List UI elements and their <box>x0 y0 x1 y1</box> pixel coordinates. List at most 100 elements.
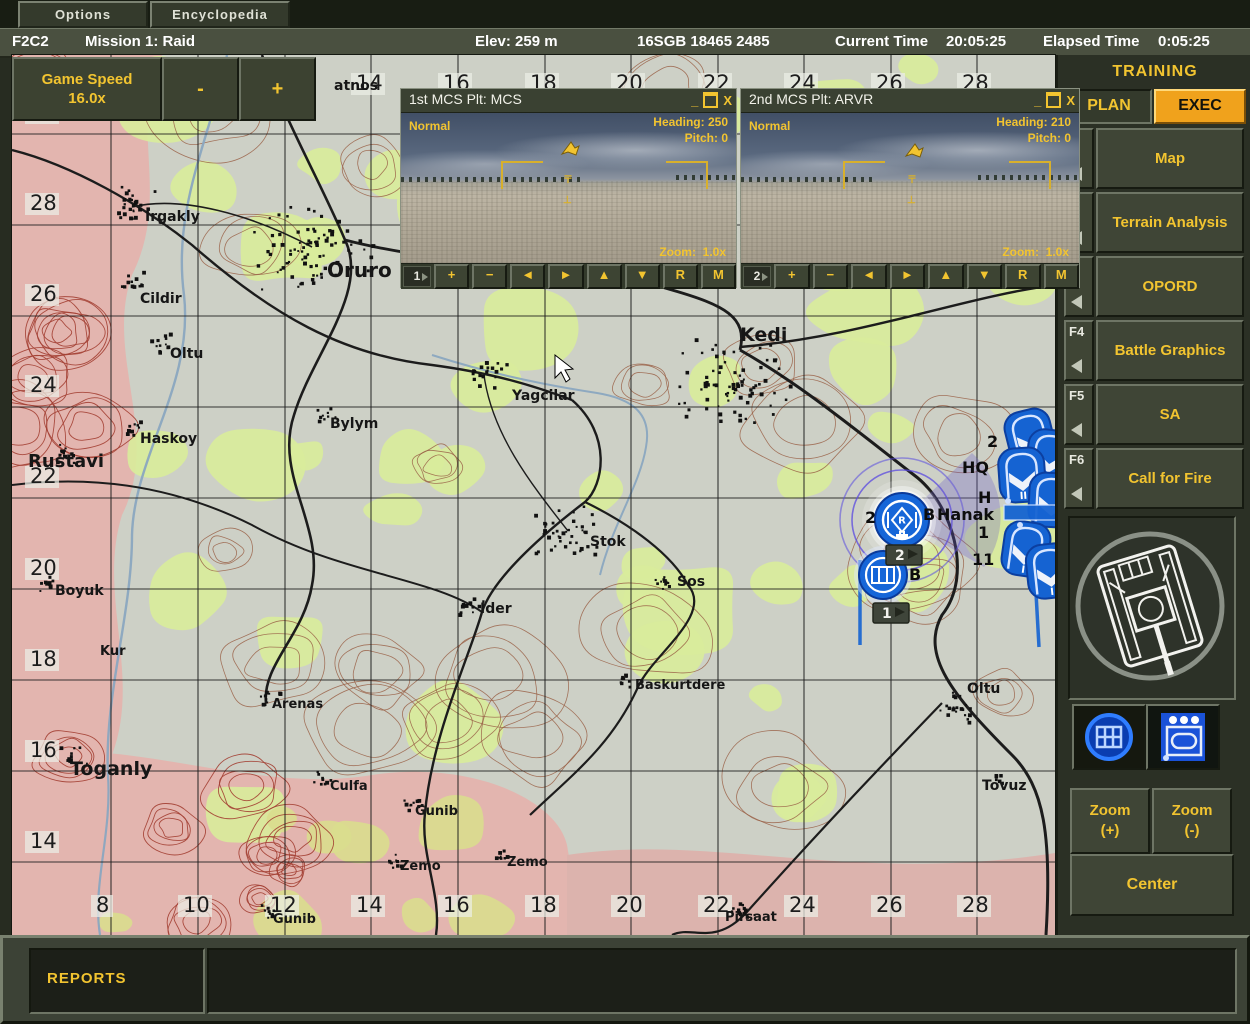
sidebar-button-opord[interactable]: 3 OPORD <box>1064 256 1244 317</box>
menu-tab-encyclopedia[interactable]: Encyclopedia <box>150 1 290 28</box>
camera-tilt-up-button[interactable]: ▲ <box>587 264 622 289</box>
camera-pan-right-button[interactable]: ► <box>548 264 583 289</box>
unit-text-label: HQ <box>962 458 989 477</box>
unit-text-label: B <box>923 505 935 524</box>
map-place-label: Cildir <box>140 291 182 307</box>
camera-tilt-up-button[interactable]: ▲ <box>928 264 964 289</box>
map-place-label: Gunib <box>273 912 316 927</box>
map-place-label: Kur <box>100 644 126 659</box>
camera-window-2: 2nd MCS Plt: ARVR _ X Normal Heading: 21… <box>740 88 1080 288</box>
map-grid-label: 16 <box>443 893 470 917</box>
map-grid-label: 14 <box>356 893 383 917</box>
reports-label: REPORTS <box>31 950 203 987</box>
zoom-out-button[interactable]: Zoom (-) <box>1152 788 1232 854</box>
map-grid-label: 16 <box>30 738 57 762</box>
center-button[interactable]: Center <box>1070 854 1234 916</box>
heading-label: Heading: <box>653 115 704 129</box>
menu-tab-options[interactable]: Options <box>18 1 148 28</box>
map-place-label: Oltu <box>170 346 203 362</box>
heading-value: 250 <box>708 115 728 129</box>
maximize-icon[interactable] <box>703 92 718 108</box>
camera-zoom-in-button[interactable]: + <box>774 264 810 289</box>
camera-reset-button[interactable]: R <box>1005 264 1041 289</box>
map-grid-label: 26 <box>30 282 57 306</box>
map-place-label: Toganly <box>70 758 153 780</box>
game-speed-decrease-button[interactable]: - <box>162 57 239 121</box>
camera-zoom-in-button[interactable]: + <box>434 264 469 289</box>
map-place-label: Kedi <box>740 324 787 346</box>
unit-number-tag: 1 <box>873 603 909 623</box>
map-grid-label: 18 <box>530 893 557 917</box>
camera-view-1: Normal Heading: 250 Pitch: 0 Zoom: 1.0x … <box>401 113 736 263</box>
map-place-label: Pirsaat <box>725 910 777 925</box>
maximize-icon[interactable] <box>1046 92 1061 108</box>
map-place-label: atnos <box>334 78 378 94</box>
camera-reset-button[interactable]: R <box>663 264 698 289</box>
current-time-value: 20:05:25 <box>946 33 1006 50</box>
vehicle-unit-square-icon <box>1155 709 1211 765</box>
reports-button[interactable]: REPORTS <box>29 948 205 1014</box>
map-place-label: Baskurtdere <box>635 678 725 693</box>
close-icon[interactable]: X <box>1066 94 1075 107</box>
map-place-label: Zemo <box>400 859 441 874</box>
camera-tilt-down-button[interactable]: ▼ <box>967 264 1003 289</box>
camera-window-1-title: 1st MCS Plt: MCS <box>409 91 522 107</box>
map-place-label: Haskoy <box>140 431 197 447</box>
camera-window-2-titlebar[interactable]: 2nd MCS Plt: ARVR _ X <box>741 89 1079 113</box>
sidebar-button-label: Call for Fire <box>1096 448 1244 509</box>
sidebar-button-battle-graphics[interactable]: F4 Battle Graphics <box>1064 320 1244 381</box>
unit-text-label: 11 <box>972 550 994 569</box>
camera-tilt-down-button[interactable]: ▼ <box>625 264 660 289</box>
sidebar-button-call-for-fire[interactable]: F6 Call for Fire <box>1064 448 1244 509</box>
sidebar-button-terrain-analysis[interactable]: 2 Terrain Analysis <box>1064 192 1244 253</box>
sidebar-button-sa[interactable]: F5 SA <box>1064 384 1244 445</box>
camera-zoom-out-button[interactable]: − <box>472 264 507 289</box>
zoom-in-button[interactable]: Zoom (+) <box>1070 788 1150 854</box>
sidebar-button-label: Battle Graphics <box>1096 320 1244 381</box>
minimize-icon[interactable]: _ <box>691 94 698 107</box>
vehicle-status-display[interactable] <box>1068 516 1236 700</box>
hud-reticle: ⊥ <box>563 195 572 206</box>
hud-bracket-left <box>501 161 543 189</box>
map-place-label: Gunib <box>415 804 458 819</box>
map-grid-label: 14 <box>30 829 57 853</box>
mission-title: Mission 1: Raid <box>85 33 195 50</box>
svg-text:1: 1 <box>882 606 892 622</box>
minimize-icon[interactable]: _ <box>1034 94 1041 107</box>
game-speed-title: Game Speed <box>42 70 133 89</box>
camera-mode-label: Normal <box>749 119 790 133</box>
camera-mode-button[interactable]: M <box>1044 264 1080 289</box>
sidebar-button-label: Map <box>1096 128 1244 189</box>
camera-window-1-titlebar[interactable]: 1st MCS Plt: MCS _ X <box>401 89 736 113</box>
hud-bracket-left <box>843 161 885 189</box>
camera-pan-left-button[interactable]: ◄ <box>510 264 545 289</box>
unit-icon-button-vehicle[interactable] <box>1146 704 1220 770</box>
map-place-label: Ider <box>480 601 512 617</box>
game-speed-increase-button[interactable]: + <box>239 57 316 121</box>
map-grid-label: 24 <box>30 373 57 397</box>
unit-icon-button-circle[interactable] <box>1072 704 1146 770</box>
heading-label: Heading: <box>996 115 1047 129</box>
selected-recon-unit-icon[interactable]: R <box>875 493 929 547</box>
reports-bar: REPORTS <box>0 935 1250 1024</box>
unit-text-label: B <box>909 565 921 584</box>
camera-mode-button[interactable]: M <box>701 264 736 289</box>
hotkey-strip: F6 <box>1064 448 1094 509</box>
current-time-label: Current Time <box>835 33 928 50</box>
zoom-in-label: Zoom <box>1090 801 1131 821</box>
map-grid-label: 20 <box>30 556 57 580</box>
close-icon[interactable]: X <box>723 94 732 107</box>
tab-exec[interactable]: EXEC <box>1154 89 1246 124</box>
camera-pan-left-button[interactable]: ◄ <box>851 264 887 289</box>
map-place-label: Rustavi <box>28 451 104 472</box>
camera-pan-right-button[interactable]: ► <box>890 264 926 289</box>
camera-number-badge: 1 <box>403 266 431 287</box>
map-place-label: Yagcilar <box>511 388 575 404</box>
sidebar-button-label: Terrain Analysis <box>1096 192 1244 253</box>
grid-coordinate: 16SGB 18465 2485 <box>637 33 770 50</box>
hotkey-label: F4 <box>1069 324 1084 339</box>
sidebar-button-map[interactable]: 1 Map <box>1064 128 1244 189</box>
zoom-label: Zoom: <box>1002 245 1039 259</box>
camera-view-2: Normal Heading: 210 Pitch: 0 Zoom: 1.0x … <box>741 113 1079 263</box>
camera-zoom-out-button[interactable]: − <box>813 264 849 289</box>
